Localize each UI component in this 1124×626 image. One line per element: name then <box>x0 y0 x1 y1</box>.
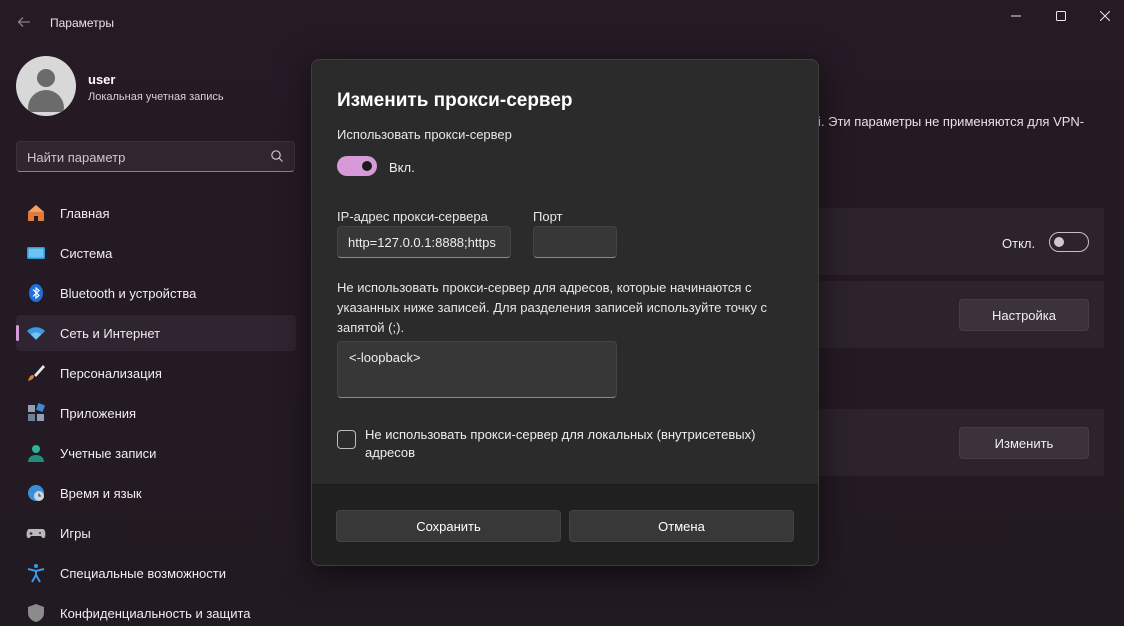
avatar-body <box>28 90 64 112</box>
local-bypass-checkbox[interactable] <box>337 430 356 449</box>
port-field[interactable] <box>533 226 617 258</box>
sidebar-item-label: Система <box>60 246 113 261</box>
maximize-button[interactable] <box>1038 0 1084 32</box>
sidebar-item-accounts[interactable]: Учетные записи <box>16 435 296 471</box>
accessibility-icon <box>27 564 45 583</box>
sidebar-item-label: Игры <box>60 526 91 541</box>
search-icon[interactable] <box>270 149 284 163</box>
accounts-icon <box>28 445 44 462</box>
use-proxy-label: Использовать прокси-сервер <box>337 127 512 142</box>
sidebar-item-network[interactable]: Сеть и Интернет <box>16 315 296 351</box>
sidebar-item-label: Приложения <box>60 406 137 421</box>
sidebar-item-label: Главная <box>60 206 110 221</box>
sidebar-item-label: Время и язык <box>60 486 142 501</box>
sidebar-item-label: Сеть и Интернет <box>60 326 161 341</box>
port-label: Порт <box>533 209 563 224</box>
home-icon <box>28 205 44 221</box>
close-button[interactable] <box>1082 0 1124 32</box>
arrow-left-icon <box>17 17 30 27</box>
auto-detect-toggle[interactable] <box>1049 232 1089 252</box>
active-indicator <box>16 325 19 341</box>
sidebar-item-apps[interactable]: Приложения <box>16 395 296 431</box>
sidebar-item-label: Конфиденциальность и защита <box>60 606 251 621</box>
auto-detect-state: Откл. <box>1002 236 1036 251</box>
time-language-icon <box>28 485 44 501</box>
toggle-knob <box>362 161 372 171</box>
avatar-head <box>37 69 55 87</box>
cancel-button[interactable]: Отмена <box>569 510 794 542</box>
edit-proxy-dialog: Изменить прокси-сервер Использовать прок… <box>311 59 819 566</box>
system-icon <box>27 247 45 259</box>
sidebar-item-label: Bluetooth и устройства <box>60 286 197 301</box>
apps-icon <box>28 403 45 421</box>
edit-button[interactable]: Изменить <box>959 427 1089 459</box>
shield-icon <box>28 604 44 622</box>
settings-window: Параметры user Локальная учетная запись … <box>0 0 1124 626</box>
use-proxy-state: Вкл. <box>389 160 415 175</box>
setup-button[interactable]: Настройка <box>959 299 1089 331</box>
sidebar-item-bluetooth[interactable]: Bluetooth и устройства <box>16 275 296 311</box>
local-bypass-label[interactable]: Не использовать прокси-сервер для локаль… <box>365 426 805 462</box>
user-name: user <box>88 72 116 87</box>
bluetooth-icon <box>29 284 43 302</box>
wifi-icon <box>27 327 45 340</box>
proxy-description-fragment: i. Эти параметры не применяются для VPN- <box>818 114 1085 129</box>
back-button[interactable] <box>12 10 36 34</box>
close-icon <box>1100 11 1110 21</box>
minimize-button[interactable] <box>993 0 1039 32</box>
app-title: Параметры <box>50 16 114 30</box>
sidebar-item-label: Учетные записи <box>60 446 157 461</box>
gamepad-icon <box>26 529 46 539</box>
avatar[interactable] <box>16 56 76 116</box>
sidebar-item-label: Специальные возможности <box>60 566 226 581</box>
use-proxy-toggle[interactable] <box>337 156 377 176</box>
sidebar-item-home[interactable]: Главная <box>16 195 296 231</box>
dialog-footer: Сохранить Отмена <box>312 484 818 565</box>
save-button[interactable]: Сохранить <box>336 510 561 542</box>
sidebar-item-gaming[interactable]: Игры <box>16 515 296 551</box>
sidebar-item-personalization[interactable]: Персонализация <box>16 355 296 391</box>
dialog-title: Изменить прокси-сервер <box>337 90 573 111</box>
search-box[interactable] <box>16 141 295 172</box>
sidebar-item-accessibility[interactable]: Специальные возможности <box>16 555 296 591</box>
minimize-icon <box>1011 15 1021 17</box>
sidebar-item-time-language[interactable]: Время и язык <box>16 475 296 511</box>
ip-address-field[interactable] <box>337 226 511 258</box>
sidebar-item-privacy[interactable]: Конфиденциальность и защита <box>16 595 296 626</box>
sidebar-item-label: Персонализация <box>60 366 162 381</box>
account-type: Локальная учетная запись <box>88 91 224 103</box>
sidebar-item-system[interactable]: Система <box>16 235 296 271</box>
search-input[interactable] <box>27 148 257 166</box>
exclude-description: Не использовать прокси-сервер для адресо… <box>337 280 767 335</box>
brush-icon <box>28 365 45 381</box>
toggle-knob <box>1054 237 1064 247</box>
ip-address-label: IP-адрес прокси-сервера <box>337 209 488 224</box>
exclude-addresses-field[interactable]: <-loopback> <box>337 341 617 398</box>
maximize-icon <box>1056 11 1066 21</box>
title-bar: Параметры <box>0 0 1124 40</box>
